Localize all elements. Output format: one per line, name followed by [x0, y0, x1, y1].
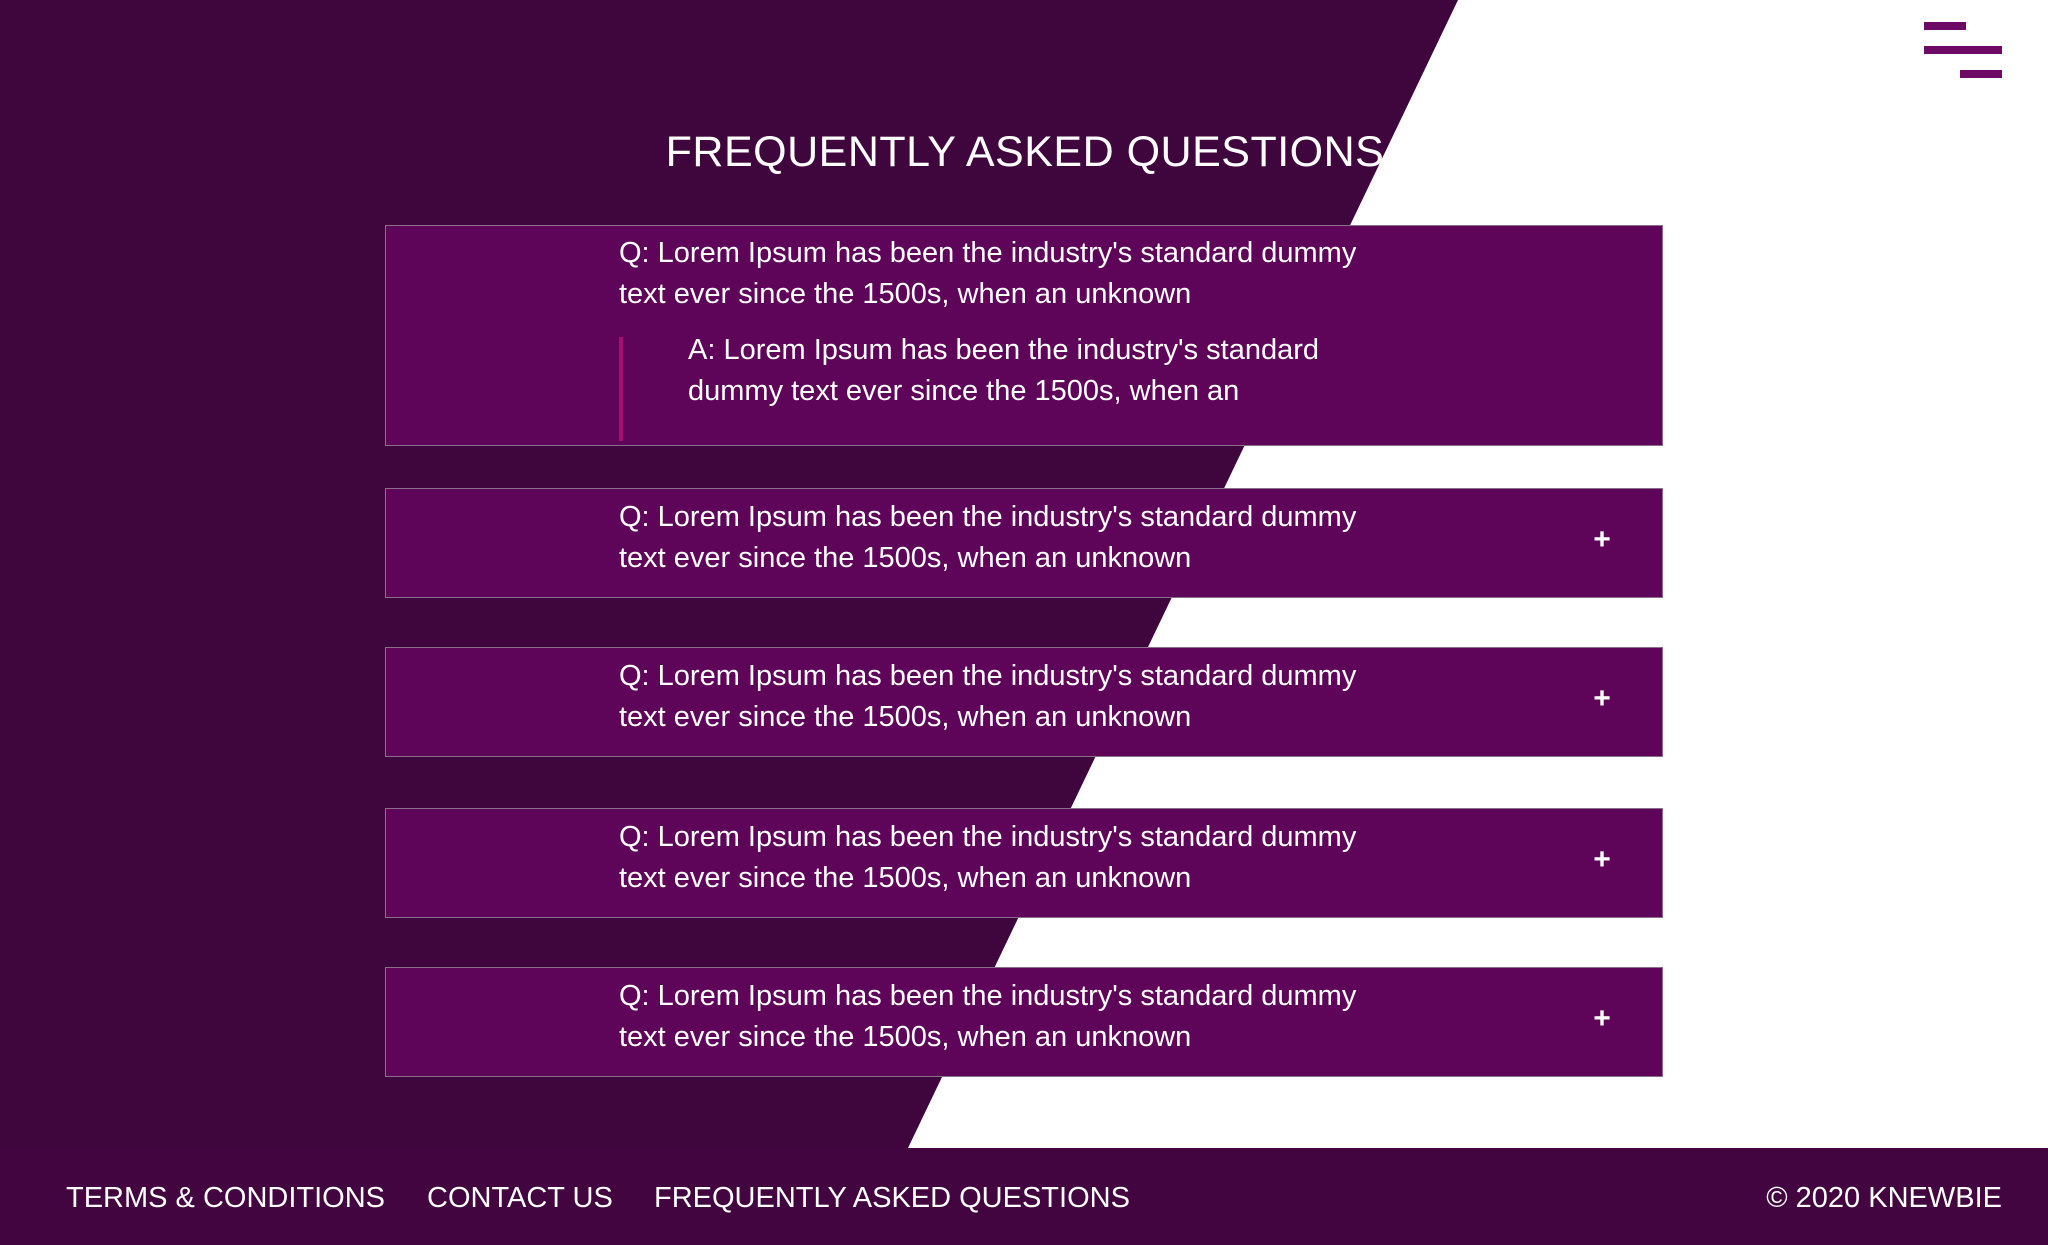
faq-answer-block: A: Lorem Ipsum has been the industry's s…: [619, 334, 1319, 441]
expand-plus-icon[interactable]: +: [1586, 520, 1618, 560]
faq-answer: A: Lorem Ipsum has been the industry's s…: [688, 334, 1319, 407]
menu-icon-bar: [1960, 70, 2002, 78]
faq-question: Q: Lorem Ipsum has been the industry's s…: [619, 821, 1357, 894]
menu-icon-bar: [1924, 22, 1966, 30]
faq-item[interactable]: Q: Lorem Ipsum has been the industry's s…: [385, 967, 1663, 1077]
copyright-text: © 2020 KNEWBIE: [1766, 1182, 2002, 1214]
menu-icon-bar: [1924, 46, 2002, 54]
footer-link-faq[interactable]: FREQUENTLY ASKED QUESTIONS: [654, 1178, 1130, 1218]
faq-question: Q: Lorem Ipsum has been the industry's s…: [619, 237, 1357, 310]
expand-plus-icon[interactable]: +: [1586, 679, 1618, 719]
footer-link-contact[interactable]: CONTACT US: [427, 1178, 613, 1218]
faq-item[interactable]: Q: Lorem Ipsum has been the industry's s…: [385, 808, 1663, 918]
faq-item-expanded[interactable]: Q: Lorem Ipsum has been the industry's s…: [385, 225, 1663, 446]
hamburger-menu-icon[interactable]: [1920, 20, 2006, 86]
page-title: FREQUENTLY ASKED QUESTIONS: [665, 128, 1385, 176]
faq-question: Q: Lorem Ipsum has been the industry's s…: [619, 660, 1357, 733]
faq-question: Q: Lorem Ipsum has been the industry's s…: [619, 980, 1357, 1053]
faq-item[interactable]: Q: Lorem Ipsum has been the industry's s…: [385, 488, 1663, 598]
faq-question: Q: Lorem Ipsum has been the industry's s…: [619, 501, 1357, 574]
footer: TERMS & CONDITIONS CONTACT US FREQUENTLY…: [0, 1148, 2048, 1245]
expand-plus-icon[interactable]: +: [1586, 999, 1618, 1039]
expand-plus-icon[interactable]: +: [1586, 840, 1618, 880]
footer-link-terms[interactable]: TERMS & CONDITIONS: [66, 1178, 385, 1218]
faq-item[interactable]: Q: Lorem Ipsum has been the industry's s…: [385, 647, 1663, 757]
